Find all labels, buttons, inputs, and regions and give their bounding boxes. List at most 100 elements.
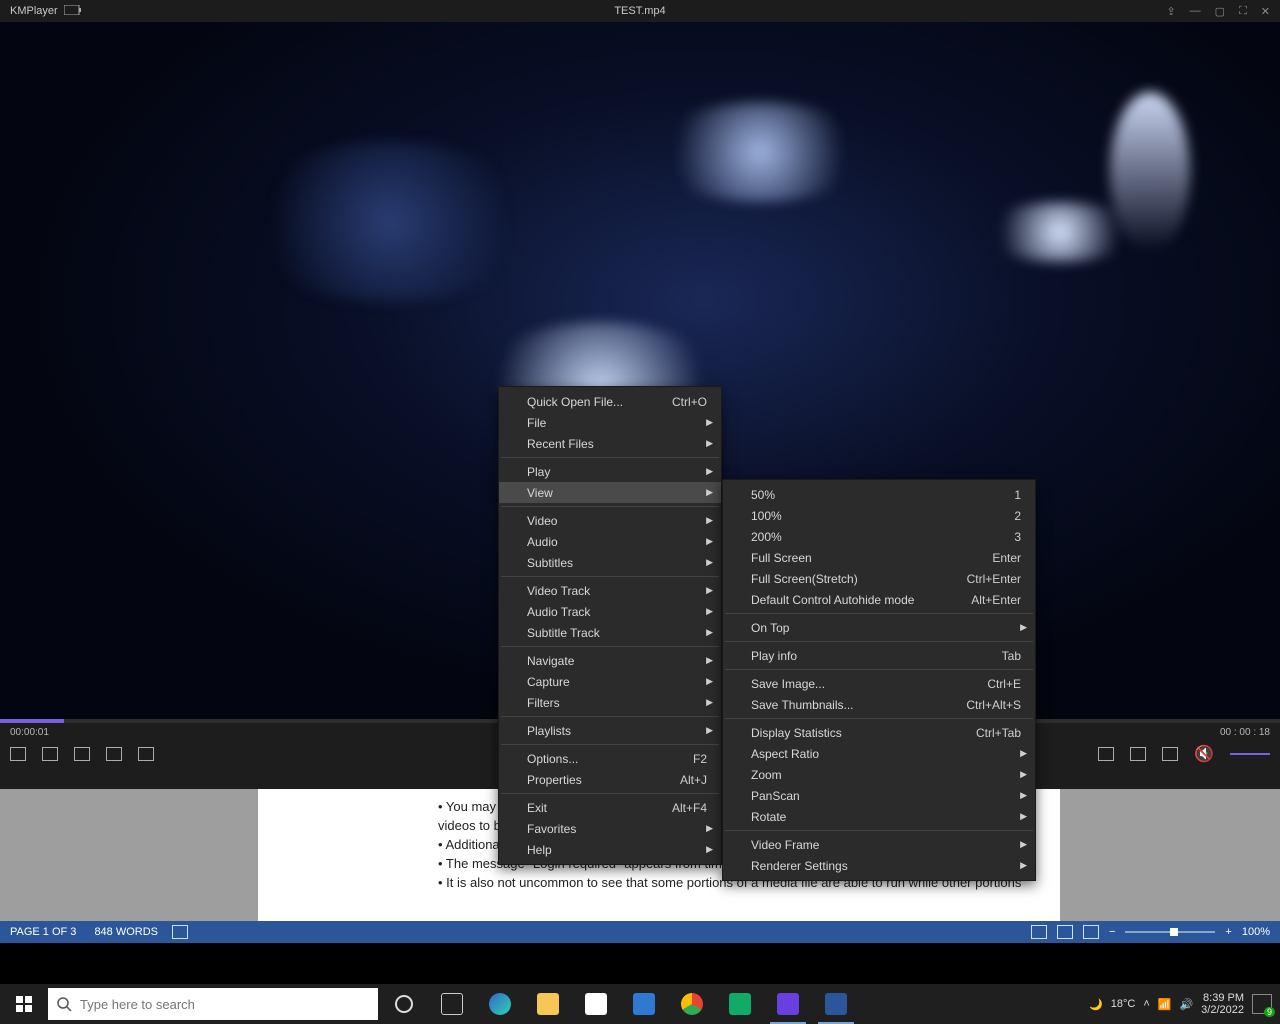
taskbar-app-edge[interactable] [476,984,524,1024]
submenu-arrow-icon: ▶ [1020,839,1027,850]
download-icon[interactable] [42,747,58,761]
menu-item[interactable]: Video▶ [499,510,721,531]
taskbar-app-word[interactable] [812,984,860,1024]
word-zoom-percent[interactable]: 100% [1242,926,1270,938]
menu-item[interactable]: Rotate▶ [723,806,1035,827]
caption-icon[interactable] [1130,747,1146,761]
menu-item[interactable]: Zoom▶ [723,764,1035,785]
maximize-button[interactable]: ▢ [1215,5,1225,18]
menu-item-label: View [527,486,553,500]
menu-item[interactable]: Playlists▶ [499,720,721,741]
menu-item[interactable]: Audio Track▶ [499,601,721,622]
menu-item[interactable]: Recent Files▶ [499,433,721,454]
menu-item[interactable]: File▶ [499,412,721,433]
menu-item[interactable]: Save Image...Ctrl+E [723,673,1035,694]
menu-item[interactable]: Navigate▶ [499,650,721,671]
zoom-out-button[interactable]: − [1109,926,1115,938]
context-menu[interactable]: Quick Open File...Ctrl+OFile▶Recent File… [498,386,722,865]
vr-icon[interactable] [74,747,90,761]
word-zoom-slider[interactable] [1125,931,1215,933]
submenu-arrow-icon: ▶ [706,466,713,477]
menu-item[interactable]: PropertiesAlt+J [499,769,721,790]
submenu-arrow-icon: ▶ [706,655,713,666]
menu-item[interactable]: Help▶ [499,839,721,860]
taskbar-app-explorer[interactable] [524,984,572,1024]
hw-icon[interactable] [1098,747,1114,761]
taskbar-app-chrome[interactable] [668,984,716,1024]
menu-item[interactable]: Filters▶ [499,692,721,713]
word-word-count[interactable]: 848 WORDS [94,926,158,938]
close-button[interactable]: ✕ [1261,5,1270,18]
tray-time[interactable]: 8:39 PM [1201,992,1244,1004]
weather-temp[interactable]: 18°C [1111,998,1136,1010]
menu-item[interactable]: Video Track▶ [499,580,721,601]
taskbar-app-store[interactable] [572,984,620,1024]
submenu-arrow-icon: ▶ [706,823,713,834]
cortana-button[interactable] [380,984,428,1024]
menu-item[interactable]: Full Screen(Stretch)Ctrl+Enter [723,568,1035,589]
menu-item[interactable]: On Top▶ [723,617,1035,638]
menu-item[interactable]: Capture▶ [499,671,721,692]
menu-item[interactable]: Options...F2 [499,748,721,769]
submenu-arrow-icon: ▶ [1020,622,1027,633]
search-input[interactable] [80,997,340,1012]
volume-slider[interactable] [1230,753,1270,755]
menu-item[interactable]: Default Control Autohide modeAlt+Enter [723,589,1035,610]
pin-icon[interactable]: ⇪ [1166,5,1175,18]
menu-item[interactable]: View▶ [499,482,721,503]
menu-item[interactable]: Quick Open File...Ctrl+O [499,391,721,412]
equalizer-icon[interactable] [1162,747,1178,761]
start-button[interactable] [0,984,48,1024]
menu-item[interactable]: Display StatisticsCtrl+Tab [723,722,1035,743]
menu-item-label: Play [527,465,550,479]
menu-separator [501,744,719,745]
crop-icon[interactable] [138,747,154,761]
menu-item[interactable]: Aspect Ratio▶ [723,743,1035,764]
word-proofing-icon[interactable] [172,925,188,939]
menu-item[interactable]: Full ScreenEnter [723,547,1035,568]
word-page-indicator[interactable]: PAGE 1 OF 3 [10,926,76,938]
menu-item[interactable]: Renderer Settings▶ [723,855,1035,876]
word-print-layout-icon[interactable] [1057,925,1073,939]
taskbar-app-mail[interactable] [620,984,668,1024]
menu-item[interactable]: 100%2 [723,505,1035,526]
menu-item-label: Subtitles [527,556,573,570]
playlist-icon[interactable] [10,747,26,761]
wifi-icon[interactable]: 📶 [1158,998,1172,1011]
menu-item[interactable]: PanScan▶ [723,785,1035,806]
minimize-button[interactable]: — [1190,5,1201,18]
submenu-arrow-icon: ▶ [706,606,713,617]
fullscreen-button[interactable]: ⛶ [1239,5,1247,18]
sound-icon[interactable]: 🔊 [1179,998,1193,1011]
menu-item[interactable]: Favorites▶ [499,818,721,839]
menu-item-label: Video [527,514,557,528]
menu-item[interactable]: Subtitle Track▶ [499,622,721,643]
menu-item[interactable]: Play infoTab [723,645,1035,666]
menu-item[interactable]: 200%3 [723,526,1035,547]
action-center-icon[interactable]: 9 [1252,994,1272,1014]
cube-icon[interactable] [106,747,122,761]
taskbar-app-kmplayer[interactable] [764,984,812,1024]
tray-expand-icon[interactable]: ˄ [1143,998,1149,1010]
word-web-layout-icon[interactable] [1083,925,1099,939]
weather-icon[interactable]: 🌙 [1089,998,1103,1011]
menu-item-label: Options... [527,752,578,766]
taskbar-app-jdownloader[interactable] [716,984,764,1024]
menu-shortcut: Ctrl+Tab [976,726,1021,740]
word-read-mode-icon[interactable] [1031,925,1047,939]
menu-item[interactable]: Play ▶ [499,461,721,482]
zoom-in-button[interactable]: + [1225,926,1231,938]
view-submenu[interactable]: 50%1100%2200%3Full ScreenEnterFull Scree… [722,479,1036,881]
taskbar-search[interactable] [48,988,378,1020]
menu-item[interactable]: Subtitles▶ [499,552,721,573]
task-view-button[interactable] [428,984,476,1024]
tray-date[interactable]: 3/2/2022 [1201,1004,1244,1016]
menu-item[interactable]: Save Thumbnails...Ctrl+Alt+S [723,694,1035,715]
menu-item[interactable]: Video Frame▶ [723,834,1035,855]
menu-separator [725,830,1033,831]
menu-separator [725,641,1033,642]
menu-item[interactable]: 50%1 [723,484,1035,505]
mute-icon[interactable]: 🔇 [1194,744,1214,764]
menu-item[interactable]: ExitAlt+F4 [499,797,721,818]
menu-item[interactable]: Audio▶ [499,531,721,552]
